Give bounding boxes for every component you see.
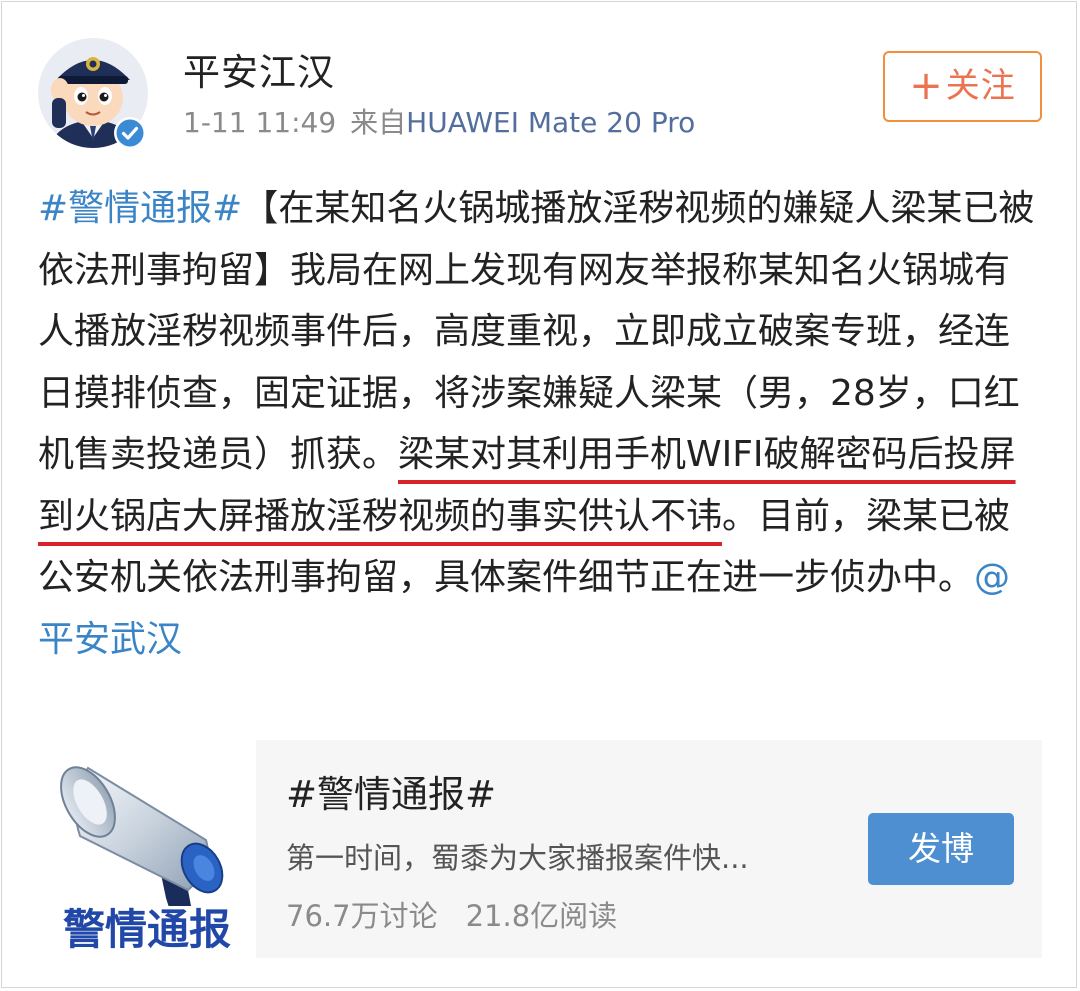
topic-card[interactable]: 警情通报 #警情通报# 第一时间，蜀黍为大家播报案件快... 76.7万讨论 21… [38, 740, 1042, 958]
hashtag-link[interactable]: #警情通报# [38, 188, 242, 229]
follow-button[interactable]: +关注 [883, 51, 1042, 122]
topic-reads: 21.8亿阅读 [465, 899, 618, 933]
device-name[interactable]: HUAWEI Mate 20 Pro [406, 106, 695, 139]
post-time: 1-11 11:49 [183, 106, 337, 139]
topic-image: 警情通报 [38, 740, 256, 958]
post-meta: 1-11 11:49 来自HUAWEI Mate 20 Pro [183, 104, 695, 142]
topic-stats: 76.7万讨论 21.8亿阅读 [286, 896, 617, 936]
topic-image-caption: 警情通报 [63, 905, 231, 954]
topic-discussions: 76.7万讨论 [286, 899, 438, 933]
plus-icon: + [909, 63, 944, 109]
topic-title[interactable]: #警情通报# [286, 772, 496, 818]
post-text-part1: 【在某知名火锅城播放淫秽视频的嫌疑人梁某已被依法刑事拘留】我局在网上发现有网友举… [38, 188, 1035, 475]
megaphone-icon: 警情通报 [38, 740, 256, 958]
source-label: 来自 [350, 106, 407, 139]
author-name[interactable]: 平安江汉 [183, 50, 335, 96]
topic-description: 第一时间，蜀黍为大家播报案件快... [286, 841, 749, 875]
follow-label: 关注 [945, 66, 1016, 106]
post-button[interactable]: 发博 [868, 813, 1014, 885]
verified-badge-icon [113, 116, 147, 150]
post-text: #警情通报#【在某知名火锅城播放淫秽视频的嫌疑人梁某已被依法刑事拘留】我局在网上… [38, 178, 1043, 670]
